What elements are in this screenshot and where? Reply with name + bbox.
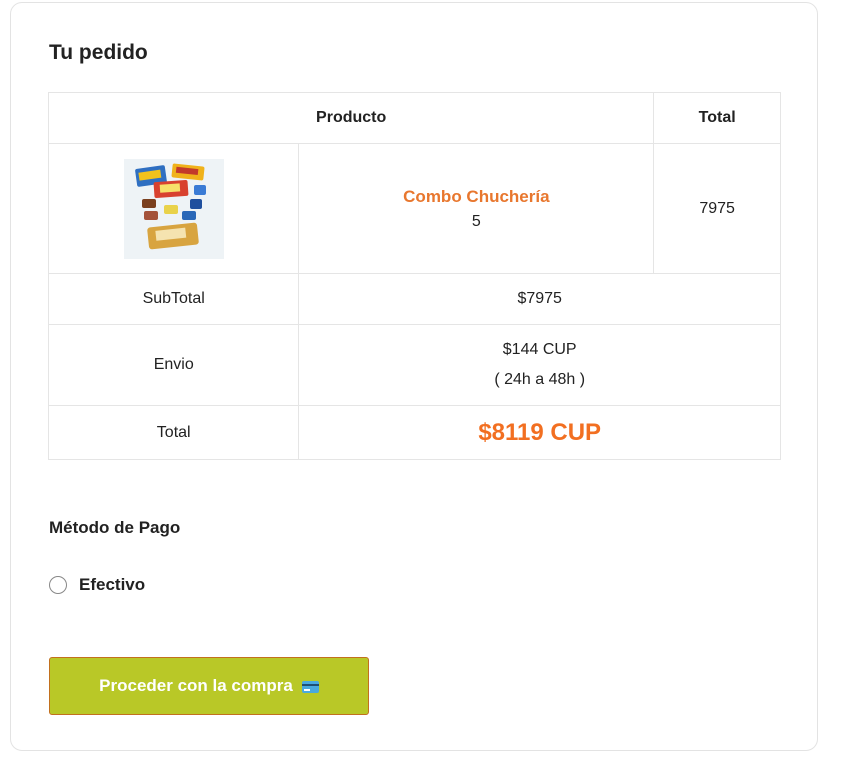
- shipping-label: Envio: [47, 324, 300, 406]
- order-table: Producto Total Combo Chuchería 5 7975 Su…: [47, 92, 781, 460]
- subtotal-row: SubTotal $7975: [47, 273, 781, 325]
- product-quantity: 5: [471, 212, 481, 230]
- credit-card-icon: [301, 681, 319, 693]
- total-row: Total $8119 CUP: [47, 405, 781, 460]
- product-image: [123, 158, 224, 259]
- product-column-header: Producto: [47, 92, 655, 144]
- table-header-row: Producto Total: [47, 92, 781, 144]
- total-value-cell: $8119 CUP: [298, 405, 781, 460]
- product-total: 7975: [653, 143, 781, 274]
- order-summary-card: Tu pedido Producto Total Combo Chuchería…: [10, 2, 818, 751]
- subtotal-label: SubTotal: [47, 273, 300, 325]
- proceed-purchase-button[interactable]: Proceder con la compra: [49, 657, 369, 715]
- shipping-value-cell: $144 CUP ( 24h a 48h ): [298, 324, 781, 406]
- shipping-time: ( 24h a 48h ): [494, 371, 586, 388]
- total-label: Total: [47, 405, 300, 460]
- product-name-link[interactable]: Combo Chuchería: [299, 187, 653, 207]
- total-column-header: Total: [653, 92, 781, 144]
- order-title: Tu pedido: [49, 41, 148, 64]
- payment-radio[interactable]: [49, 576, 67, 594]
- subtotal-value: $7975: [298, 273, 781, 325]
- proceed-button-label: Proceder con la compra: [99, 676, 293, 695]
- table-row: Combo Chuchería 5 7975: [47, 143, 781, 274]
- product-info-cell: Combo Chuchería 5: [298, 143, 655, 274]
- grand-total: $8119 CUP: [478, 418, 602, 446]
- payment-method-title: Método de Pago: [49, 518, 181, 537]
- payment-option-label: Efectivo: [79, 575, 146, 594]
- product-combo-snacks-image: [123, 158, 224, 259]
- shipping-row: Envio $144 CUP ( 24h a 48h ): [47, 324, 781, 406]
- shipping-cost: $144 CUP: [502, 341, 577, 358]
- payment-option-cash[interactable]: Efectivo: [49, 575, 145, 595]
- product-image-cell: [47, 143, 300, 274]
